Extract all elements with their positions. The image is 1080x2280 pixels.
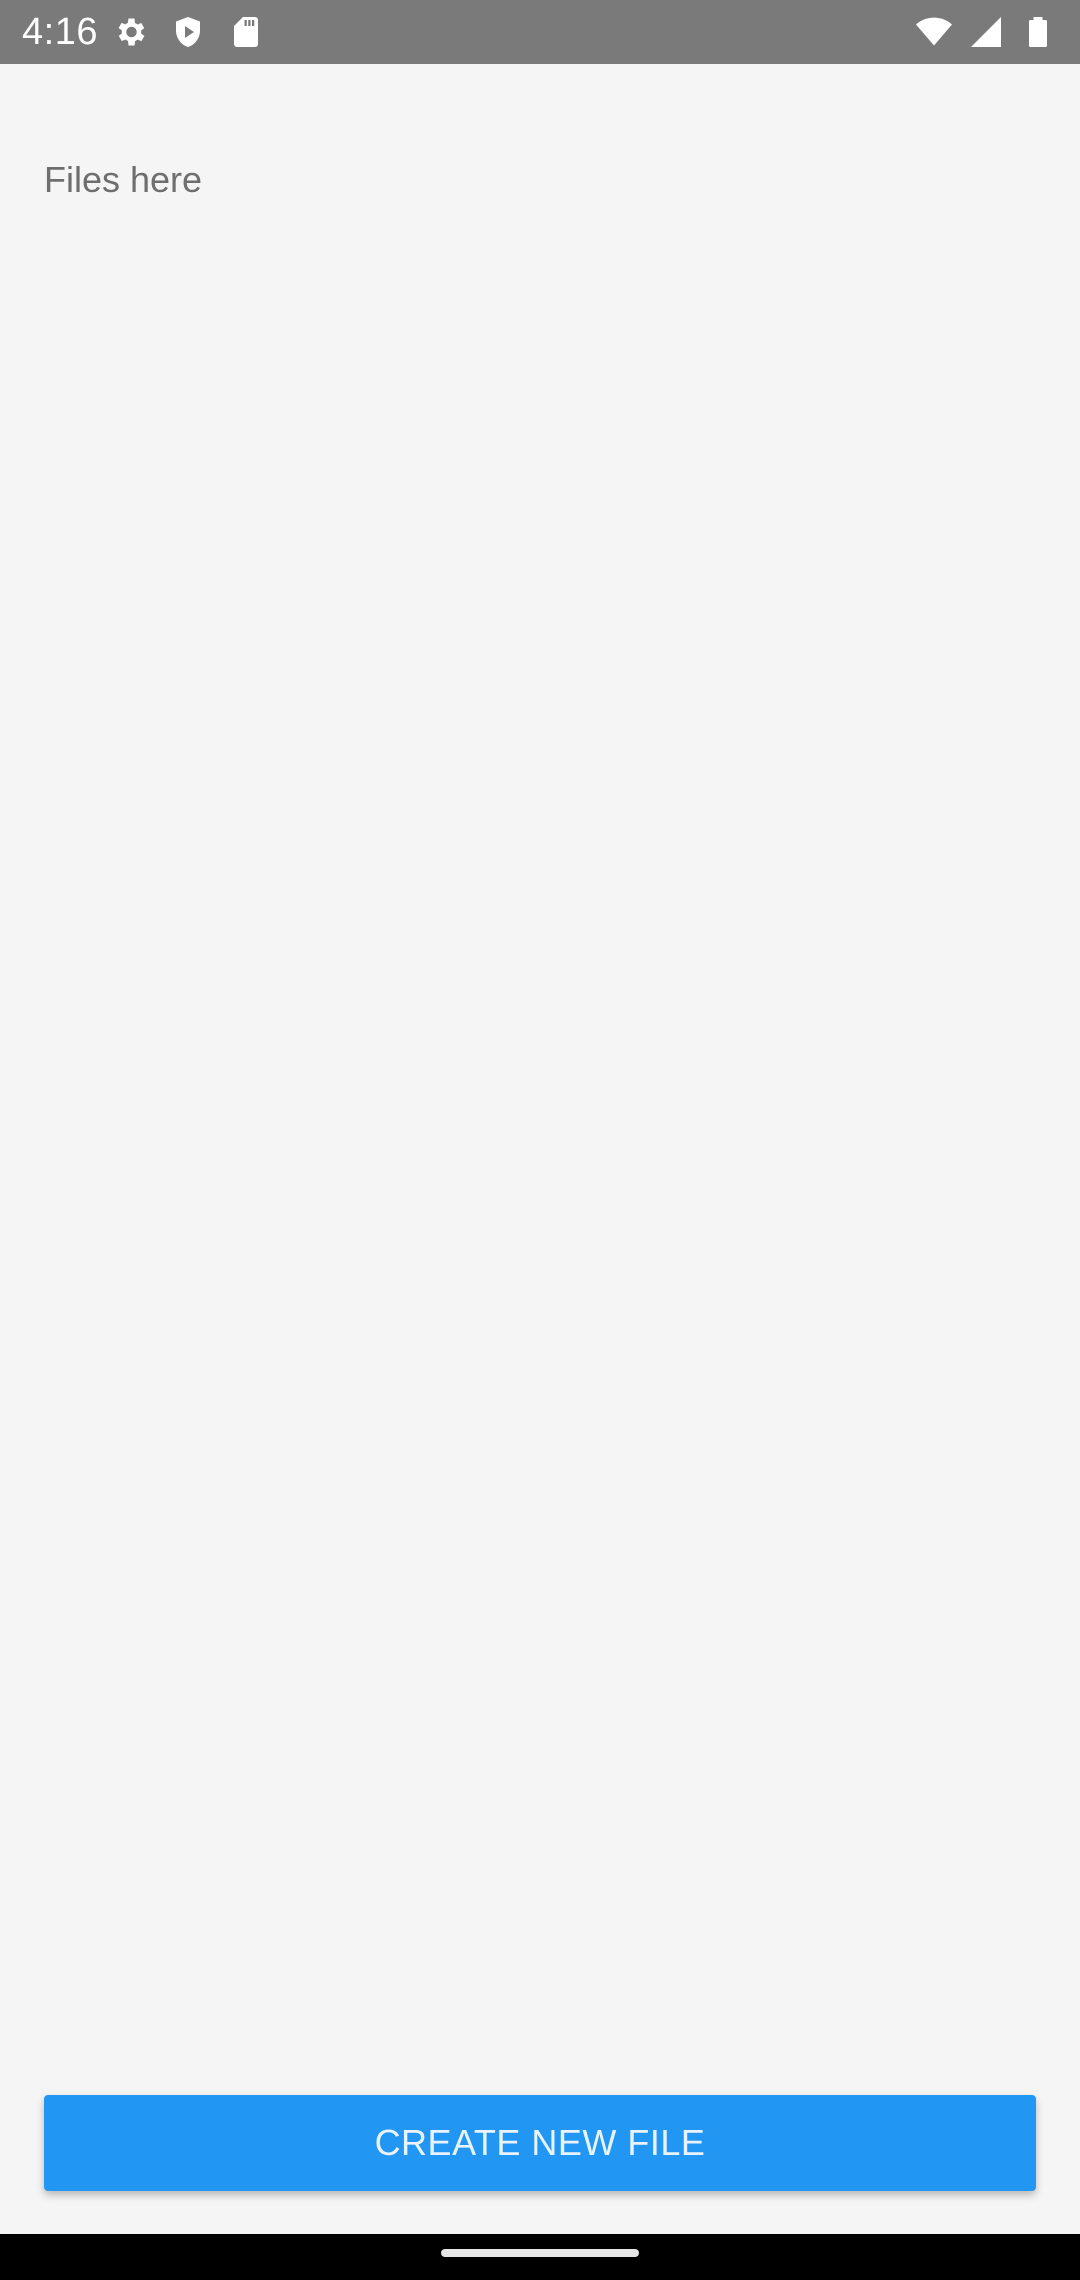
app-screen: 4:16 Files here CREATE NEW FILE	[0, 0, 1080, 2280]
shield-play-icon	[170, 14, 206, 50]
wifi-icon	[916, 14, 952, 50]
status-time: 4:16	[22, 11, 98, 53]
settings-icon	[112, 14, 148, 50]
sd-card-icon	[228, 14, 264, 50]
cell-signal-icon	[968, 14, 1004, 50]
battery-icon	[1020, 14, 1056, 50]
main-content: Files here CREATE NEW FILE	[0, 64, 1080, 2234]
files-placeholder-text: Files here	[44, 159, 203, 200]
create-new-file-button[interactable]: CREATE NEW FILE	[44, 2095, 1036, 2191]
home-gesture-handle[interactable]	[441, 2249, 639, 2257]
status-system-icons	[916, 14, 1056, 50]
navigation-bar	[0, 2234, 1080, 2280]
status-bar: 4:16	[0, 0, 1080, 64]
status-notification-icons	[112, 14, 264, 50]
